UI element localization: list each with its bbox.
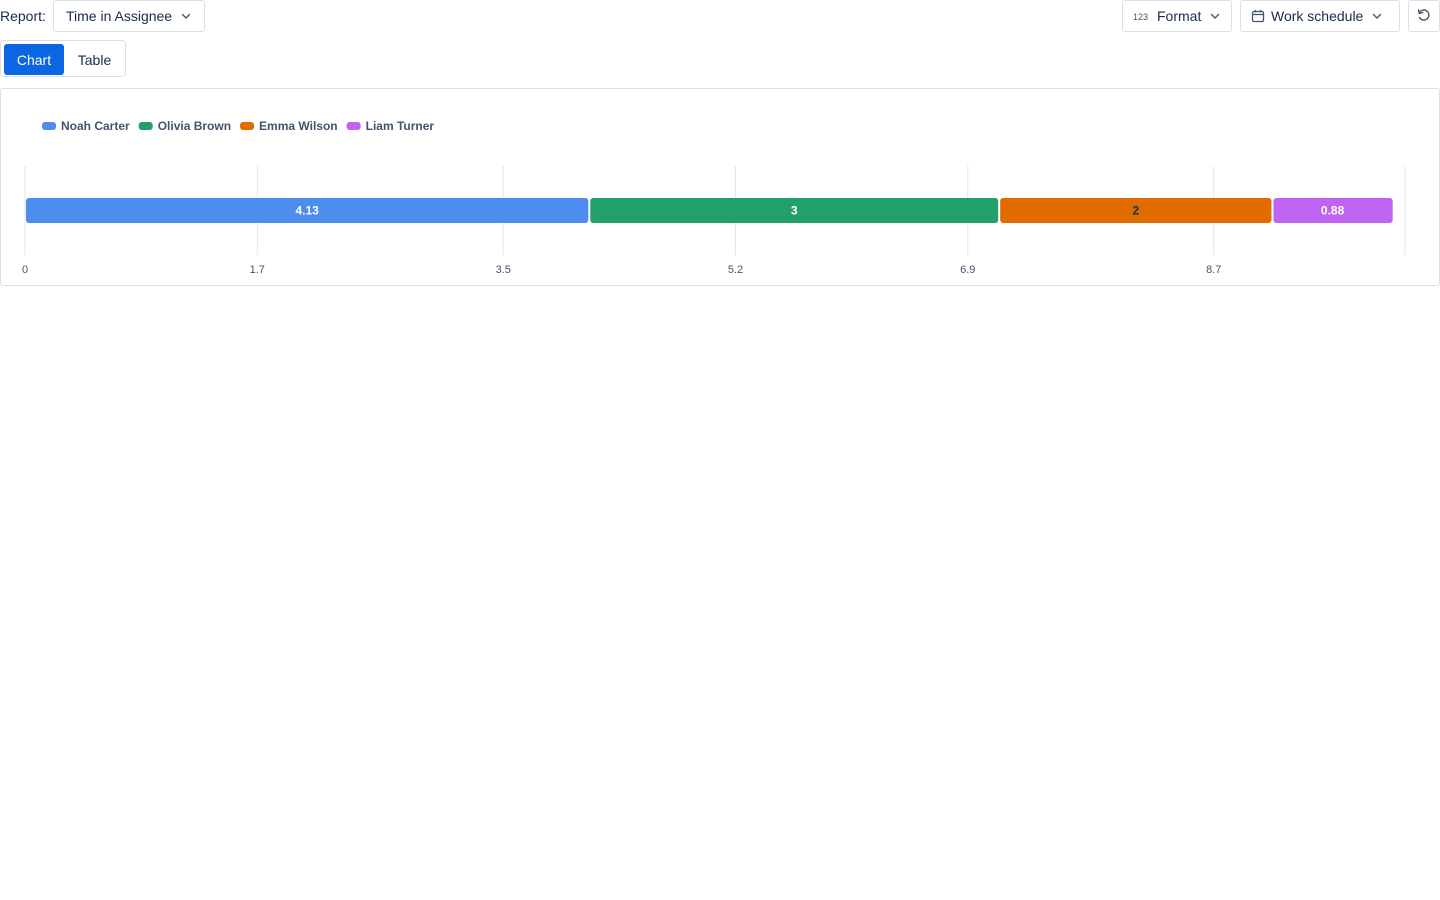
chart-panel: Noah Carter Olivia Brown Emma Wilson Liam T…	[0, 88, 1440, 286]
bar-value-label-0: 4.13	[295, 204, 319, 218]
legend-label-0: Noah Carter	[61, 119, 130, 133]
tab-table[interactable]: Table	[64, 44, 125, 75]
bar-value-label-2: 2	[1132, 204, 1139, 218]
legend-swatch-2	[240, 122, 255, 130]
legend-swatch-3	[346, 122, 361, 130]
legend-label-2: Emma Wilson	[259, 119, 338, 133]
chevron-down-icon	[1371, 10, 1383, 22]
report-label: Report:	[0, 8, 46, 24]
work-schedule-label: Work schedule	[1271, 8, 1364, 24]
number-format-icon: 123	[1133, 10, 1151, 22]
legend-label-3: Liam Turner	[366, 119, 435, 133]
bar-value-label-1: 3	[791, 204, 798, 218]
svg-text:123: 123	[1133, 12, 1148, 22]
report-select[interactable]: Time in Assignee	[53, 0, 205, 32]
x-tick-label-3: 5.2	[728, 264, 743, 276]
report-select-value: Time in Assignee	[66, 8, 173, 24]
report-toolbar: Report: Time in Assignee 123 Format Work…	[0, 0, 1440, 32]
reset-button[interactable]	[1408, 0, 1440, 32]
tab-chart[interactable]: Chart	[4, 44, 64, 75]
work-schedule-button[interactable]: Work schedule	[1240, 0, 1400, 32]
legend-swatch-0	[42, 122, 56, 130]
format-button[interactable]: 123 Format	[1122, 0, 1232, 32]
view-toggle: Chart Table	[0, 40, 126, 77]
format-label: Format	[1157, 8, 1202, 24]
chevron-down-icon	[1209, 10, 1221, 22]
chevron-down-icon	[180, 10, 192, 22]
x-tick-label-0: 0	[22, 264, 28, 276]
x-tick-label-1: 1.7	[250, 264, 265, 276]
legend-swatch-1	[138, 122, 153, 130]
calendar-icon	[1251, 9, 1265, 23]
x-tick-label-5: 8.7	[1206, 264, 1221, 276]
x-tick-label-4: 6.9	[960, 264, 975, 276]
x-tick-label-2: 3.5	[496, 264, 511, 276]
bar-value-label-3: 0.88	[1321, 204, 1345, 218]
stacked-bar-chart: Noah Carter Olivia Brown Emma Wilson Liam T…	[22, 119, 1406, 276]
legend-label-1: Olivia Brown	[158, 119, 231, 133]
reset-icon	[1416, 7, 1432, 26]
